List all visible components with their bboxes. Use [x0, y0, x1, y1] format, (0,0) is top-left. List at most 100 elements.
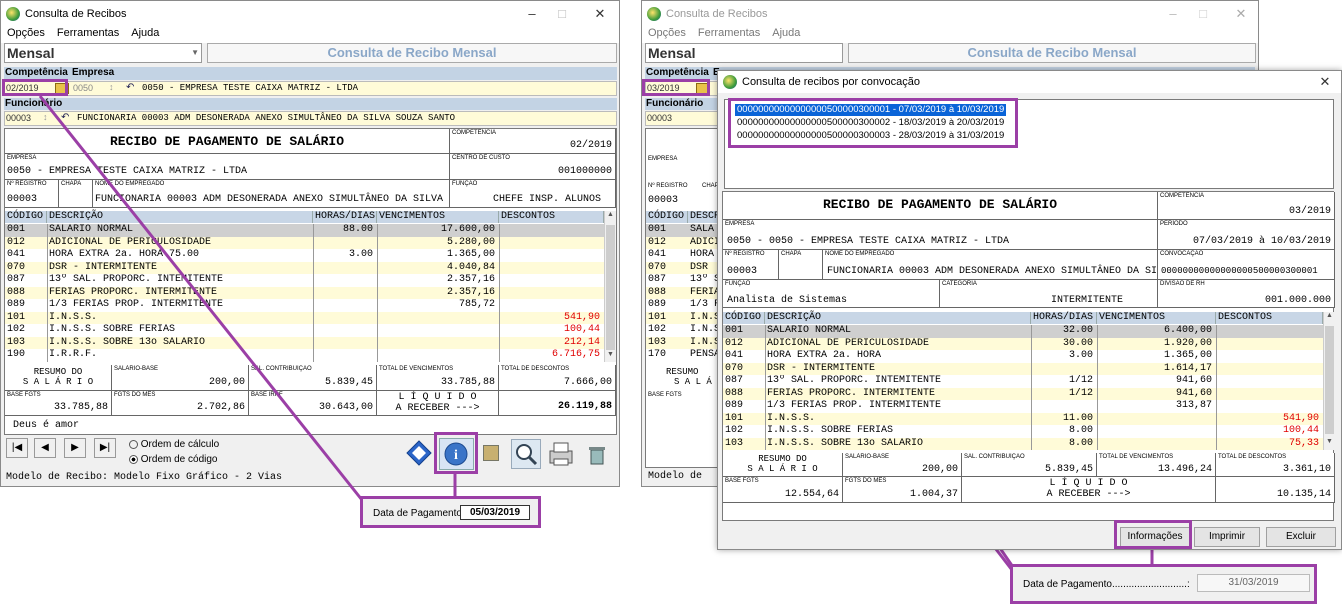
chapa-label: CHAPA — [781, 251, 802, 257]
table-row[interactable]: 088 FÉRIAS PROPORC. INTERMITENTE 1/12 941,6… — [723, 387, 1323, 400]
nome-value: FUNCIONARIA 00003 ADM DESONERADA ANEXO S… — [827, 266, 1158, 277]
bg-cell-descricao: 1/3 F — [690, 299, 721, 310]
col-descontos: DESCONTOS — [1216, 312, 1323, 324]
divisao-cell: DIVISÃO DE RH 001.000.000 — [1158, 280, 1335, 308]
bg-table-row: 102 I.N.S — [646, 324, 726, 337]
bg-resumo: RESUMO — [666, 367, 699, 377]
cell-codigo: 041 — [725, 350, 744, 361]
app-icon — [723, 75, 737, 89]
table-row[interactable]: 103 I.N.S.S. SOBRE 13o SALÁRIO 8.00 75,33 — [723, 437, 1323, 450]
imprimir-label: Imprimir — [1208, 531, 1246, 542]
banner: Consulta de Recibo Mensal — [848, 43, 1256, 63]
registro-cell: Nº REGISTRO 00003 — [723, 250, 779, 280]
competencia-label: Competência — [646, 67, 709, 78]
right-titlebar: Consulta de Recibos – □ ✕ — [642, 1, 1258, 27]
mode-select-value: Mensal — [648, 45, 696, 61]
mode-select[interactable]: Mensal — [645, 43, 843, 63]
categoria-value: INTERMITENTE — [1050, 295, 1123, 306]
table-row[interactable]: 001 SALÁRIO NORMAL 32.00 6.400,00 — [723, 325, 1323, 338]
sal-contribuicao-value: 5.839,45 — [1044, 464, 1093, 475]
bg-table-row: 087 13º S — [646, 274, 726, 287]
bg-salario: S A L Á — [674, 377, 712, 387]
cell-vencimentos: 941,60 — [1175, 387, 1212, 399]
funcionario-code-input[interactable]: 00003 — [647, 113, 672, 123]
sal-contribuicao-label: SAL. CONTRIBUIÇÃO — [964, 454, 1025, 460]
table-row[interactable]: 012 ADICIONAL DE PERICULOSIDADE 30.00 1.920… — [723, 337, 1323, 350]
scroll-up-icon[interactable]: ▲ — [1326, 312, 1333, 319]
table-row[interactable]: 101 I.N.S.S. 11.00 541,90 — [723, 412, 1323, 425]
bg-status: Modelo de — [648, 471, 703, 482]
sal-contribuicao-cell: SAL. CONTRIBUIÇÃO 5.839,45 — [962, 453, 1097, 477]
bg-items-table: 001 SALÁ 012 ADICI 041 HORA 070 DSR 087 13º S 088 F… — [646, 224, 726, 362]
bg-cell-descricao: 13º S — [690, 274, 721, 285]
total-vencimentos-label: TOTAL DE VENCIMENTOS — [1099, 454, 1174, 460]
cell-horas: 8.00 — [1068, 425, 1093, 436]
cell-descricao: I.N.S.S. SOBRE FÉRIAS — [767, 425, 894, 436]
scroll-thumb[interactable] — [1325, 326, 1334, 434]
cell-descontos: 75,33 — [1288, 437, 1319, 449]
base-fgts-value: 12.554,64 — [784, 489, 839, 500]
menu-bar: Opções Ferramentas Ajuda — [642, 27, 1258, 43]
dialog-title: Consulta de recibos por convocação — [742, 76, 920, 88]
close-icon[interactable]: ✕ — [1310, 73, 1340, 91]
col-horas: HORAS/DIAS — [1031, 312, 1097, 324]
table-row[interactable]: 041 HORA EXTRA 2a. HORA 3.00 1.365,00 — [723, 350, 1323, 363]
table-row[interactable]: 102 I.N.S.S. SOBRE FÉRIAS 8.00 100,44 — [723, 425, 1323, 438]
chapa-cell: CHAPA — [779, 250, 823, 280]
payment-date-popup-right: Data de Pagamento.......................… — [1010, 564, 1317, 604]
cell-descricao: DSR - INTERMITENTE — [767, 362, 876, 374]
dialog-titlebar: Consulta de recibos por convocação ✕ — [718, 71, 1341, 93]
imprimir-button[interactable]: Imprimir — [1194, 527, 1260, 547]
cell-vencimentos: 1.365,00 — [1163, 350, 1212, 361]
bg-base-fgts: BASE FGTS — [648, 392, 682, 398]
excluir-button[interactable]: Excluir — [1266, 527, 1336, 547]
menu-opcoes[interactable]: Opções — [648, 27, 686, 39]
bg-cell-descricao: DSR — [690, 261, 709, 273]
banner-text: Consulta de Recibo Mensal — [967, 45, 1137, 60]
total-descontos-label: TOTAL DE DESCONTOS — [1218, 454, 1287, 460]
divisao-label: DIVISÃO DE RH — [1160, 281, 1205, 287]
registro-label: Nº REGISTRO — [725, 251, 765, 257]
empresa-cell-label: EMPRESA — [725, 221, 755, 227]
payment-date-value: 05/03/2019 — [460, 505, 530, 520]
table-row[interactable]: 070 DSR - INTERMITENTE 1.614,17 — [723, 362, 1323, 375]
cell-descricao: 1/3 FÉRIAS PROP. INTERMITENTE — [767, 400, 942, 411]
column-divider — [1031, 325, 1032, 450]
liquido-cell: L Í Q U I D O A RECEBER ---> — [962, 477, 1216, 503]
payment-date-popup-left: Data de Pagamento: 05/03/2019 — [360, 496, 541, 528]
menu-ferramentas[interactable]: Ferramentas — [698, 27, 760, 39]
table-row[interactable]: 089 1/3 FÉRIAS PROP. INTERMITENTE 313,87 — [723, 400, 1323, 413]
total-descontos-cell: TOTAL DE DESCONTOS 3.361,10 — [1216, 453, 1335, 477]
cell-horas: 1/12 — [1068, 375, 1093, 386]
competencia-cell-label: COMPETÊNCIA — [1160, 193, 1205, 199]
minimize-icon[interactable]: – — [1158, 5, 1188, 23]
scrollbar[interactable]: ▲ ▼ — [1323, 312, 1335, 450]
bg-table-row: 041 HORA — [646, 249, 726, 262]
receipt-title-cell: RECIBO DE PAGAMENTO DE SALÁRIO — [723, 192, 1158, 220]
cell-horas: 30.00 — [1062, 337, 1093, 349]
bg-table-row: 088 FÉRIA — [646, 286, 726, 299]
maximize-icon[interactable]: □ — [1188, 5, 1218, 23]
empresa-cell-value: 0050 - 0050 - EMPRESA TESTE CAIXA MATRIZ… — [727, 236, 1010, 247]
bg-cell-descricao: FÉRIA — [690, 286, 721, 298]
competencia-cell: COMPETÊNCIA 03/2019 — [1158, 192, 1335, 220]
close-icon[interactable]: ✕ — [1226, 5, 1256, 23]
bg-registro-label: Nº REGISTRO — [648, 183, 688, 189]
base-fgts-label: BASE FGTS — [725, 478, 759, 484]
bg-cell-codigo: 012 — [648, 236, 667, 248]
registro-value: 00003 — [727, 266, 758, 277]
cell-descontos: 541,90 — [1282, 412, 1319, 424]
bg-cell-codigo: 088 — [648, 286, 667, 298]
table-row[interactable]: 087 13º SAL. PROPORC. INTEMITENTE 1/12 941,… — [723, 375, 1323, 388]
competencia-cell-value: 03/2019 — [1288, 206, 1331, 217]
liquido-value: 10.135,14 — [1276, 489, 1331, 500]
periodo-cell: PERÍODO 07/03/2019 à 10/03/2019 — [1158, 220, 1335, 250]
menu-ajuda[interactable]: Ajuda — [772, 27, 800, 39]
cell-codigo: 102 — [725, 425, 744, 436]
table-header: CÓDIGO DESCRIÇÃO HORAS/DIAS VENCIMENTOS … — [723, 312, 1323, 324]
cell-vencimentos: 6.400,00 — [1163, 325, 1212, 336]
bg-cell-descricao: ADICI — [690, 236, 721, 248]
bg-table-row: 101 I.N.S — [646, 311, 726, 324]
scroll-down-icon[interactable]: ▼ — [1326, 438, 1333, 445]
periodo-value: 07/03/2019 à 10/03/2019 — [1192, 236, 1331, 247]
